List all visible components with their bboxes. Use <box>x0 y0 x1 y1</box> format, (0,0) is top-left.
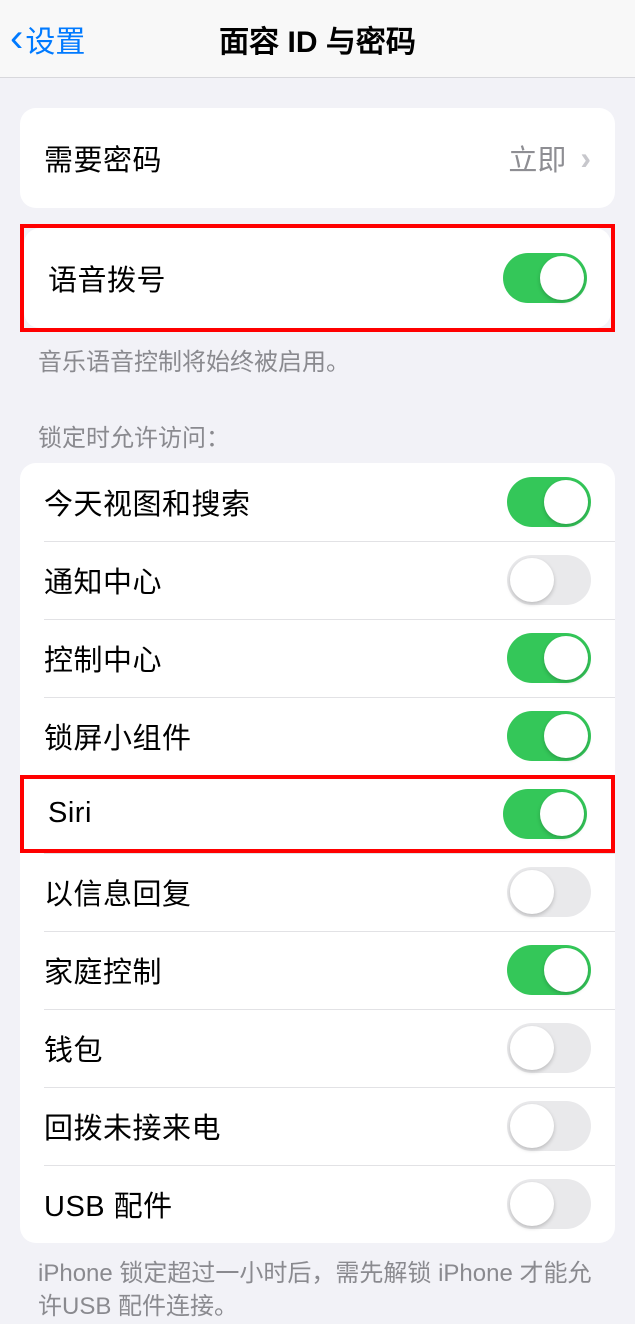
locked-access-footer: iPhone 锁定超过一小时后，需先解锁 iPhone 才能允许USB 配件连接… <box>0 1243 635 1324</box>
locked-access-row[interactable]: 以信息回复 <box>20 853 615 931</box>
page-title: 面容 ID 与密码 <box>219 17 416 61</box>
toggle-switch[interactable] <box>507 555 591 605</box>
row-label: 以信息回复 <box>44 871 192 913</box>
locked-access-row[interactable]: 回拨未接来电 <box>20 1087 615 1165</box>
voice-dial-toggle[interactable] <box>503 253 587 303</box>
require-passcode-row[interactable]: 需要密码 立即 › <box>20 108 615 208</box>
toggle-knob <box>510 1026 554 1070</box>
toggle-switch[interactable] <box>507 1101 591 1151</box>
locked-access-row[interactable]: Siri <box>20 775 615 853</box>
require-passcode-value: 立即 <box>508 137 566 179</box>
toggle-knob <box>540 792 584 836</box>
toggle-switch[interactable] <box>507 711 591 761</box>
locked-access-row[interactable]: 锁屏小组件 <box>20 697 615 775</box>
voice-dial-label: 语音拨号 <box>48 257 166 299</box>
toggle-switch[interactable] <box>507 1179 591 1229</box>
locked-access-row[interactable]: USB 配件 <box>20 1165 615 1243</box>
row-label: 控制中心 <box>44 637 162 679</box>
row-label: 锁屏小组件 <box>44 715 192 757</box>
voice-dial-footer: 音乐语音控制将始终被启用。 <box>0 332 635 380</box>
toggle-knob <box>544 480 588 524</box>
toggle-knob <box>510 1104 554 1148</box>
chevron-left-icon: ‹ <box>10 16 23 61</box>
toggle-knob <box>510 1182 554 1226</box>
toggle-switch[interactable] <box>507 1023 591 1073</box>
toggle-switch[interactable] <box>507 477 591 527</box>
toggle-knob <box>540 256 584 300</box>
locked-access-row[interactable]: 通知中心 <box>20 541 615 619</box>
highlight-voice-dial: 语音拨号 <box>20 224 615 332</box>
toggle-knob <box>544 948 588 992</box>
toggle-switch[interactable] <box>507 867 591 917</box>
toggle-knob <box>510 558 554 602</box>
row-label: 家庭控制 <box>44 949 162 991</box>
voice-dial-group: 语音拨号 <box>24 228 611 328</box>
locked-access-row[interactable]: 今天视图和搜索 <box>20 463 615 541</box>
toggle-switch[interactable] <box>507 945 591 995</box>
locked-access-row[interactable]: 钱包 <box>20 1009 615 1087</box>
row-label: 今天视图和搜索 <box>44 481 251 523</box>
row-label: 回拨未接来电 <box>44 1105 221 1147</box>
require-passcode-label: 需要密码 <box>44 137 162 179</box>
toggle-switch[interactable] <box>507 633 591 683</box>
locked-access-row[interactable]: 控制中心 <box>20 619 615 697</box>
toggle-knob <box>544 714 588 758</box>
row-label: USB 配件 <box>44 1183 173 1225</box>
locked-access-row[interactable]: 家庭控制 <box>20 931 615 1009</box>
toggle-switch[interactable] <box>503 789 587 839</box>
row-label: 通知中心 <box>44 559 162 601</box>
chevron-right-icon: › <box>580 140 591 177</box>
toggle-knob <box>510 870 554 914</box>
locked-access-group: 今天视图和搜索通知中心控制中心锁屏小组件 Siri 以信息回复家庭控制钱包回拨未接来… <box>20 463 615 1243</box>
require-passcode-group: 需要密码 立即 › <box>20 108 615 208</box>
locked-access-header: 锁定时允许访问： <box>0 380 635 463</box>
row-right: 立即 › <box>508 137 591 179</box>
back-button[interactable]: ‹ 设置 <box>0 16 85 61</box>
navigation-header: ‹ 设置 面容 ID 与密码 <box>0 0 635 78</box>
voice-dial-row[interactable]: 语音拨号 <box>24 228 611 328</box>
back-label: 设置 <box>25 17 85 61</box>
row-label: Siri <box>48 797 92 830</box>
toggle-knob <box>544 636 588 680</box>
row-label: 钱包 <box>44 1027 103 1069</box>
